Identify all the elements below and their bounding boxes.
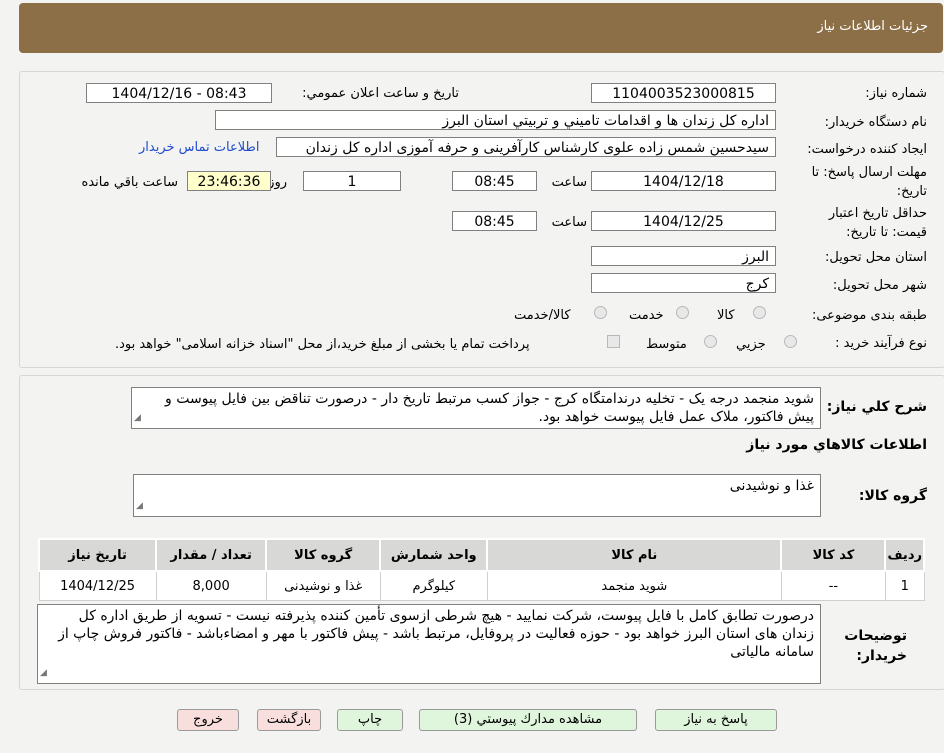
requester-field: سيدحسين شمس زاده علوی کارشناس کارآفرینی … [276,137,776,157]
payment-note: پرداخت تمام يا بخشی از مبلغ خريد،از محل … [115,337,530,352]
category-both-radio[interactable] [594,306,607,319]
province-field: البرز [591,246,776,266]
remaining-time-field: 23:46:36 [187,171,271,191]
description-text: شويد منجمد درجه یک - تخلیه درندامتگاه کر… [165,391,814,425]
need-number-label: شماره نياز: [865,86,927,101]
cell-qty: 8,000 [155,570,267,601]
respond-button[interactable]: پاسخ به نياز [655,709,777,731]
page-title: جزئيات اطلاعات نياز [817,19,928,34]
buyer-notes-label-2: خريدار: [856,648,907,664]
buyer-org-label: نام دستگاه خريدار: [824,115,927,130]
validity-label: حداقل تاريخ اعتبار [828,206,927,221]
table-header-row: رديف كد كالا نام كالا واحد شمارش گروه كا… [37,538,925,572]
announce-datetime-field: 1404/12/16 - 08:43 [86,83,272,103]
deadline-time-label: ساعت [551,175,587,190]
category-label: طبقه بندی موضوعی: [811,308,927,323]
deadline-label: مهلت ارسال پاسخ: تا [811,165,927,180]
buyer-org-field: اداره كل زندان ها و اقدامات تاميني و ترب… [215,110,776,130]
description-textarea: شويد منجمد درجه یک - تخلیه درندامتگاه کر… [131,387,821,429]
deadline-date-field: 1404/12/18 [591,171,776,191]
process-partial-label: جزيي [736,337,766,352]
description-label: شرح كلي نياز: [826,399,927,415]
category-goods-radio[interactable] [753,306,766,319]
cell-row: 1 [884,570,925,601]
buyer-notes-textarea: درصورت تطابق کامل با فایل پیوست، شرکت نم… [37,604,821,684]
resize-grip-icon[interactable]: ◢ [40,664,47,682]
table-row: 1 -- شويد منجمد كيلوگرم غذا و نوشيدنی 8,… [38,570,925,601]
deadline-label-2: تاريخ: [896,184,927,199]
cell-date: 1404/12/25 [38,570,157,601]
col-code-header: كد كالا [780,538,887,572]
validity-time-field: 08:45 [452,211,537,231]
items-table: رديف كد كالا نام كالا واحد شمارش گروه كا… [37,538,925,601]
deadline-time-field: 08:45 [452,171,537,191]
category-goods-label: كالا [717,308,735,323]
cell-unit: كيلوگرم [379,570,488,601]
resize-grip-icon[interactable]: ◢ [136,497,143,515]
page-header: جزئيات اطلاعات نياز [19,3,943,53]
category-service-label: خدمت [629,308,664,323]
process-medium-label: متوسط [646,337,687,352]
validity-label-2: قيمت: تا تاريخ: [846,225,927,240]
col-date-header: تاريخ نياز [37,538,158,572]
attachments-button[interactable]: مشاهده مدارك پيوستي (3) [419,709,637,731]
buyer-contact-link[interactable]: اطلاعات تماس خريدار [139,140,259,155]
days-remaining-field: 1 [303,171,401,191]
goods-group-textarea: غذا و نوشيدنی ◢ [133,474,821,517]
city-field: كرج [591,273,776,293]
resize-grip-icon[interactable]: ◢ [134,409,141,427]
cell-code: -- [780,570,886,601]
buyer-notes-label: توضيحات [844,628,907,644]
col-group-header: گروه كالا [265,538,382,572]
goods-section-title: اطلاعات كالاهاي مورد نياز [746,437,927,453]
cell-name: شويد منجمد [486,570,782,601]
process-medium-radio[interactable] [704,335,717,348]
back-button[interactable]: بازگشت [257,709,321,731]
goods-group-value: غذا و نوشيدنی [729,478,814,494]
category-both-label: كالا/خدمت [514,308,571,323]
need-number-field: 1104003523000815 [591,83,776,103]
exit-button[interactable]: خروج [177,709,239,731]
validity-date-field: 1404/12/25 [591,211,776,231]
buyer-notes-text: درصورت تطابق کامل با فایل پیوست، شرکت نم… [58,608,814,660]
col-name-header: نام كالا [486,538,783,572]
city-label: شهر محل تحويل: [832,278,927,293]
col-qty-header: تعداد / مقدار [155,538,268,572]
cell-group: غذا و نوشيدنی [265,570,381,601]
remaining-label: ساعت باقي مانده [81,175,178,190]
col-row-header: رديف [884,538,925,572]
process-label: نوع فرآيند خريد : [835,336,927,351]
treasury-checkbox[interactable] [607,335,620,348]
province-label: استان محل تحويل: [825,250,927,265]
print-button[interactable]: چاپ [337,709,403,731]
requester-label: ايجاد كننده درخواست: [807,142,927,157]
goods-group-label: گروه كالا: [858,488,927,504]
announce-label: تاريخ و ساعت اعلان عمومي: [302,86,459,101]
process-partial-radio[interactable] [784,335,797,348]
validity-time-label: ساعت [551,215,587,230]
category-service-radio[interactable] [676,306,689,319]
col-unit-header: واحد شمارش [379,538,489,572]
